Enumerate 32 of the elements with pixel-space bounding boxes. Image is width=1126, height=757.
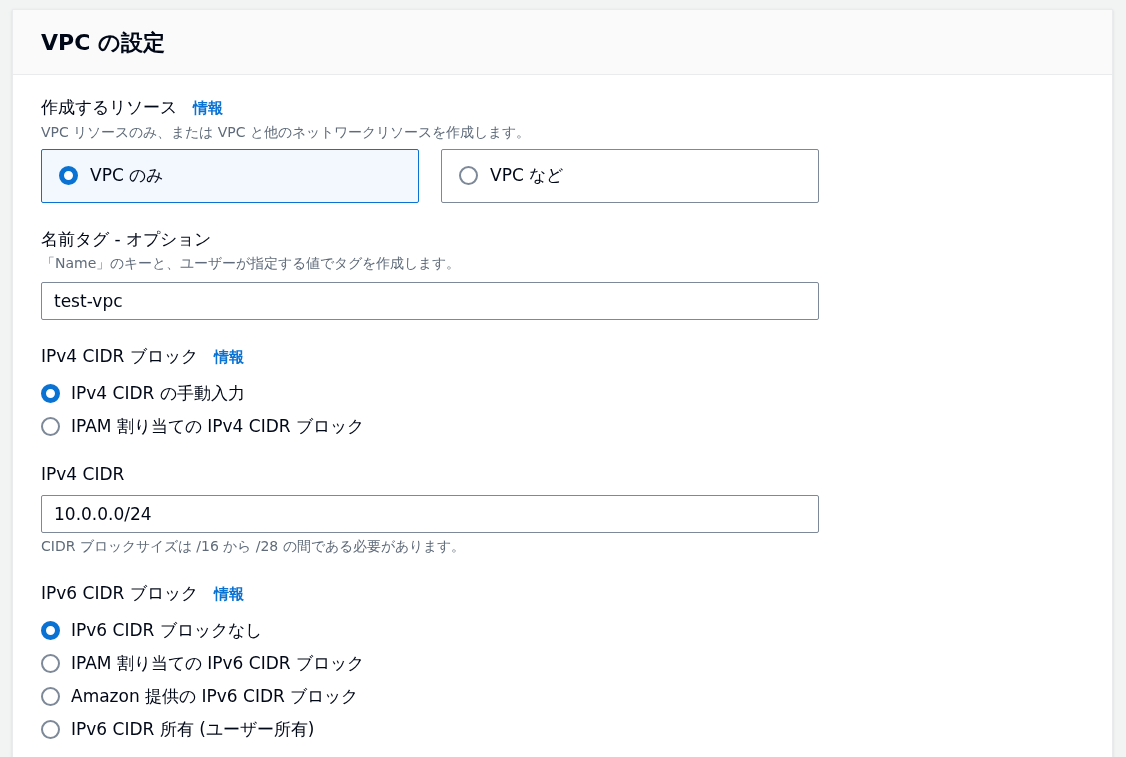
- radio-button[interactable]: [459, 166, 478, 185]
- radio-label[interactable]: IPv4 CIDR の手動入力: [71, 381, 245, 405]
- option-tile[interactable]: VPC のみ: [41, 148, 419, 203]
- radio-button[interactable]: [41, 620, 60, 640]
- radio-button[interactable]: [41, 686, 60, 706]
- radio-label[interactable]: IPAM 割り当ての IPv6 CIDR ブロック: [71, 651, 365, 675]
- info-link[interactable]: 情報: [193, 97, 223, 120]
- field-label: IPv4 CIDR ブロック: [41, 345, 198, 368]
- text-input[interactable]: test-vpc: [41, 282, 819, 320]
- radio-button[interactable]: [41, 383, 60, 403]
- radio-button[interactable]: [41, 653, 60, 673]
- field-description: 「Name」のキーと、ユーザーが指定する値でタグを作成します。: [41, 254, 462, 273]
- radio-button[interactable]: [59, 166, 78, 185]
- field-label: 作成するリソース: [41, 96, 177, 119]
- field-label: IPv4 CIDR: [41, 462, 125, 486]
- panel-title: VPC の設定: [41, 28, 165, 57]
- field-description: VPC リソースのみ、または VPC と他のネットワークリソースを作成します。: [41, 122, 531, 142]
- radio-label[interactable]: Amazon 提供の IPv6 CIDR ブロック: [71, 684, 359, 708]
- option-label: VPC のみ: [90, 163, 164, 187]
- radio-button[interactable]: [41, 719, 60, 739]
- info-link[interactable]: 情報: [213, 346, 244, 369]
- field-label: IPv6 CIDR ブロック: [41, 582, 198, 605]
- field-label: 名前タグ - オプション: [41, 227, 211, 251]
- field-hint: CIDR ブロックサイズは /16 から /28 の間である必要があります。: [41, 537, 466, 556]
- radio-label[interactable]: IPv6 CIDR ブロックなし: [71, 618, 262, 642]
- radio-label[interactable]: IPv6 CIDR 所有 (ユーザー所有): [71, 717, 315, 741]
- info-link[interactable]: 情報: [213, 583, 244, 606]
- option-tile[interactable]: VPC など: [441, 148, 819, 203]
- option-label: VPC など: [490, 163, 564, 187]
- text-input[interactable]: 10.0.0.0/24: [41, 495, 819, 533]
- radio-button[interactable]: [41, 416, 60, 436]
- radio-label[interactable]: IPAM 割り当ての IPv4 CIDR ブロック: [71, 414, 365, 438]
